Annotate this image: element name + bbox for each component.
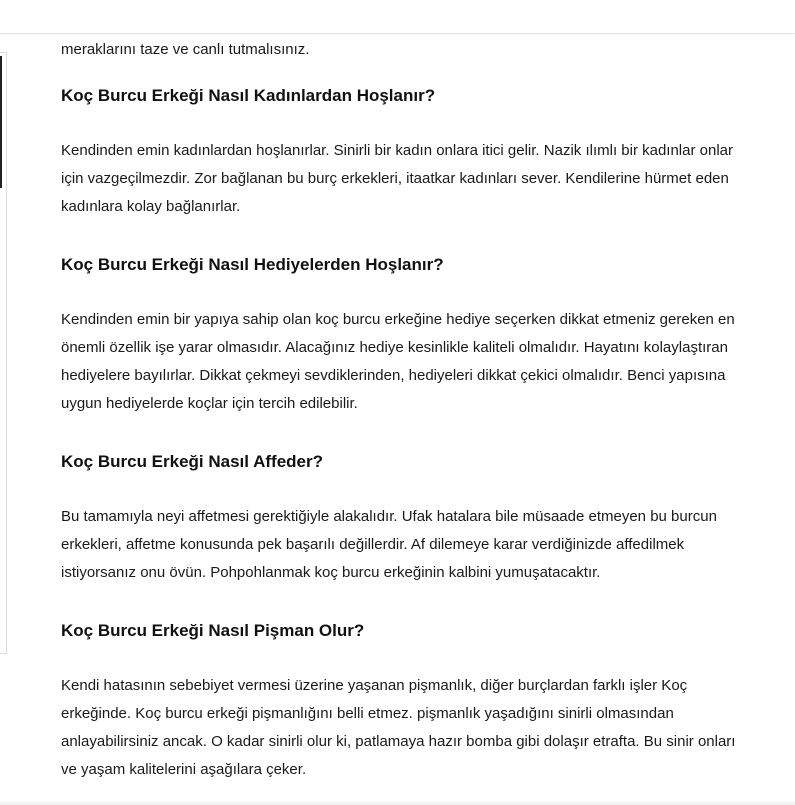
- section-heading: Koç Burcu Erkeği Nasıl Hediyelerden Hoşl…: [61, 255, 444, 274]
- section-paragraph: Bu tamamıyla neyi affetmesi gerektiğiyle…: [61, 508, 717, 581]
- section-heading: Koç Burcu Erkeği Nasıl Pişman Olur?: [61, 621, 365, 640]
- section-paragraph: Kendinden emin bir yapıya sahip olan koç…: [61, 311, 735, 412]
- section-heading: Koç Burcu Erkeği Nasıl Affeder?: [61, 452, 323, 471]
- side-panel-accent: [0, 56, 2, 188]
- section-paragraph: Kendi hatasının sebebiyet vermesi üzerin…: [61, 677, 736, 778]
- top-header-bar: [0, 0, 795, 34]
- section-paragraph: Kendinden emin kadınlardan hoşlanırlar. …: [61, 142, 733, 215]
- article-lead-paragraph: meraklarını taze ve canlı tutmalısınız.: [61, 41, 310, 58]
- article-body: meraklarını taze ve canlı tutmalısınız. …: [61, 36, 741, 784]
- section-heading: Koç Burcu Erkeği Nasıl Kadınlardan Hoşla…: [61, 86, 436, 105]
